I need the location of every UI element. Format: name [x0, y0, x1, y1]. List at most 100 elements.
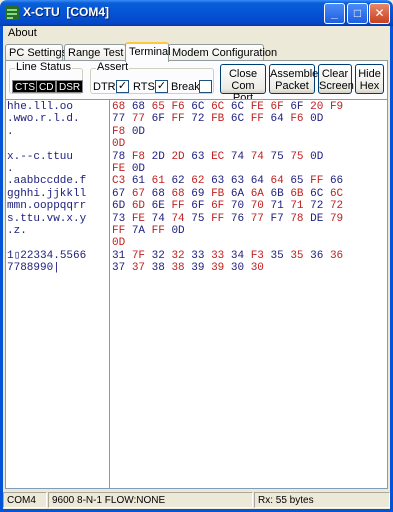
hex-byte: 6D — [112, 200, 126, 213]
hex-byte: 0D — [131, 125, 146, 138]
hex-byte: 6B — [270, 187, 284, 200]
hex-byte: 6F — [191, 200, 205, 213]
hex-byte: 6D — [131, 200, 146, 213]
hex-byte: 6C — [211, 101, 225, 113]
hex-line: 68 68 65 F6 6C 6C 6C FE 6F 6F 20 F9 — [112, 101, 387, 113]
minimize-icon: _ — [331, 6, 338, 20]
tab-pc-settings[interactable]: PC Settings — [5, 44, 67, 61]
hide-hex-label-2: Hex — [359, 80, 380, 92]
hex-byte: 0D — [131, 162, 146, 175]
hex-byte: F6 — [290, 113, 304, 126]
ascii-line: . — [7, 125, 14, 138]
tab-modem-configuration[interactable]: Modem Configuration — [168, 44, 277, 61]
hex-byte: 72 — [329, 200, 344, 213]
close-icon: ✕ — [374, 6, 385, 20]
close-window-button[interactable]: ✕ — [369, 3, 390, 24]
hex-byte: 73 — [112, 212, 126, 225]
line-status-group: Line Status CTS CD DSR — [9, 61, 84, 94]
hide-hex-label-1: Hide — [358, 68, 381, 80]
close-com-port-label-1: Close — [228, 68, 258, 80]
hex-byte: 6C — [310, 187, 324, 200]
hex-line: C3 61 61 62 62 63 63 64 64 65 FF 66 — [112, 175, 387, 187]
status-rx-count: Rx: 55 bytes — [254, 492, 390, 508]
hex-byte: 37 — [131, 262, 146, 275]
terminal-window[interactable]: hhe.lll.oo .wwo.r.l.d.. x.--c.ttuu. .aabbcc… — [5, 99, 388, 489]
hex-byte: F9 — [329, 101, 344, 113]
hex-byte: DE — [310, 212, 324, 225]
hex-byte: 77 — [250, 212, 264, 225]
hex-byte: 72 — [310, 200, 324, 213]
hex-byte: 77 — [131, 113, 146, 126]
hex-byte: 70 — [230, 200, 245, 213]
ascii-pane[interactable]: hhe.lll.oo .wwo.r.l.d.. x.--c.ttuu. .aabbcc… — [6, 100, 110, 488]
ascii-line: .wwo.r.l.d. — [7, 113, 80, 126]
status-settings: 9600 8-N-1 FLOW:NONE — [48, 492, 253, 508]
hex-line: 31 7F 32 32 33 33 34 F3 35 35 36 36 — [112, 250, 387, 262]
hex-byte: F8 — [112, 125, 126, 138]
hex-byte: 38 — [151, 262, 165, 275]
hex-byte: FE — [131, 212, 146, 225]
hex-byte: 39 — [191, 262, 205, 275]
hex-byte: 6A — [250, 187, 264, 200]
hex-byte: 74 — [171, 212, 185, 225]
assemble-packet-label-1: Assemble — [270, 68, 319, 80]
hex-byte: 0D — [112, 237, 126, 250]
hex-byte: 38 — [171, 262, 185, 275]
hex-byte: 68 — [131, 101, 146, 113]
close-com-port-button[interactable]: Close Com Port — [220, 64, 266, 104]
tab-terminal[interactable]: Terminal — [125, 42, 171, 62]
hex-byte: 6A — [230, 187, 245, 200]
hex-byte: 6F — [151, 113, 165, 126]
hex-byte: 67 — [131, 187, 146, 200]
hex-byte: FF — [112, 224, 126, 237]
assert-group: Assert DTR ✓ RTS ✓ Break — [90, 61, 214, 94]
hex-byte: 6E — [151, 200, 165, 213]
hex-byte: FE — [250, 101, 264, 113]
hex-byte: 0D — [310, 113, 324, 126]
hex-line: 0D — [112, 138, 387, 150]
hex-byte: 66 — [329, 175, 344, 188]
dtr-checkbox[interactable]: ✓ — [116, 80, 129, 93]
hex-byte: 35 — [290, 249, 304, 262]
hex-line: 78 F8 2D 2D 63 EC 74 74 75 75 0D — [112, 151, 387, 163]
hex-byte: FF — [151, 224, 165, 237]
hex-byte: 74 — [151, 212, 165, 225]
hex-line: 67 67 68 68 69 FB 6A 6A 6B 6B 6C 6C — [112, 188, 387, 200]
break-checkbox[interactable] — [199, 80, 212, 93]
clear-screen-button[interactable]: Clear Screen — [318, 64, 354, 94]
hex-byte: 36 — [329, 249, 344, 262]
hex-byte: EC — [211, 150, 225, 163]
hex-byte: 78 — [290, 212, 304, 225]
hex-pane[interactable]: 68 68 65 F6 6C 6C 6C FE 6F 6F 20 F9 77 77… — [112, 100, 387, 488]
hex-byte: 74 — [250, 150, 264, 163]
menu-about[interactable]: About — [8, 27, 37, 39]
hex-byte: 35 — [270, 249, 284, 262]
hex-byte: 30 — [250, 262, 264, 275]
hex-byte: 36 — [310, 249, 324, 262]
clear-screen-label-2: Screen — [319, 80, 354, 92]
hex-byte: 71 — [270, 200, 284, 213]
tab-range-test[interactable]: Range Test — [64, 44, 126, 61]
hex-byte: 67 — [112, 187, 126, 200]
checkmark-icon: ✓ — [117, 80, 128, 92]
minimize-button[interactable]: _ — [324, 3, 345, 24]
hex-line: F8 0D — [112, 126, 387, 138]
assemble-packet-button[interactable]: Assemble Packet — [269, 64, 319, 94]
hex-byte: 62 — [191, 175, 205, 188]
maximize-icon: □ — [353, 6, 362, 20]
hex-byte: F3 — [250, 249, 264, 262]
ascii-line: 7788990| — [7, 262, 60, 275]
hide-hex-button[interactable]: Hide Hex — [355, 64, 384, 94]
hex-byte: 65 — [290, 175, 304, 188]
hex-byte: 7A — [131, 224, 146, 237]
hex-byte: FE — [112, 162, 126, 175]
maximize-button[interactable]: □ — [347, 3, 368, 24]
status-port: COM4 — [3, 492, 47, 508]
ascii-line: .z. — [7, 224, 27, 237]
hex-byte: 61 — [151, 175, 165, 188]
cts-indicator: CTS — [12, 80, 38, 93]
hex-byte: 30 — [230, 262, 245, 275]
rts-checkbox[interactable]: ✓ — [155, 80, 168, 93]
hex-byte: 31 — [112, 249, 126, 262]
hex-byte: F6 — [171, 101, 185, 113]
